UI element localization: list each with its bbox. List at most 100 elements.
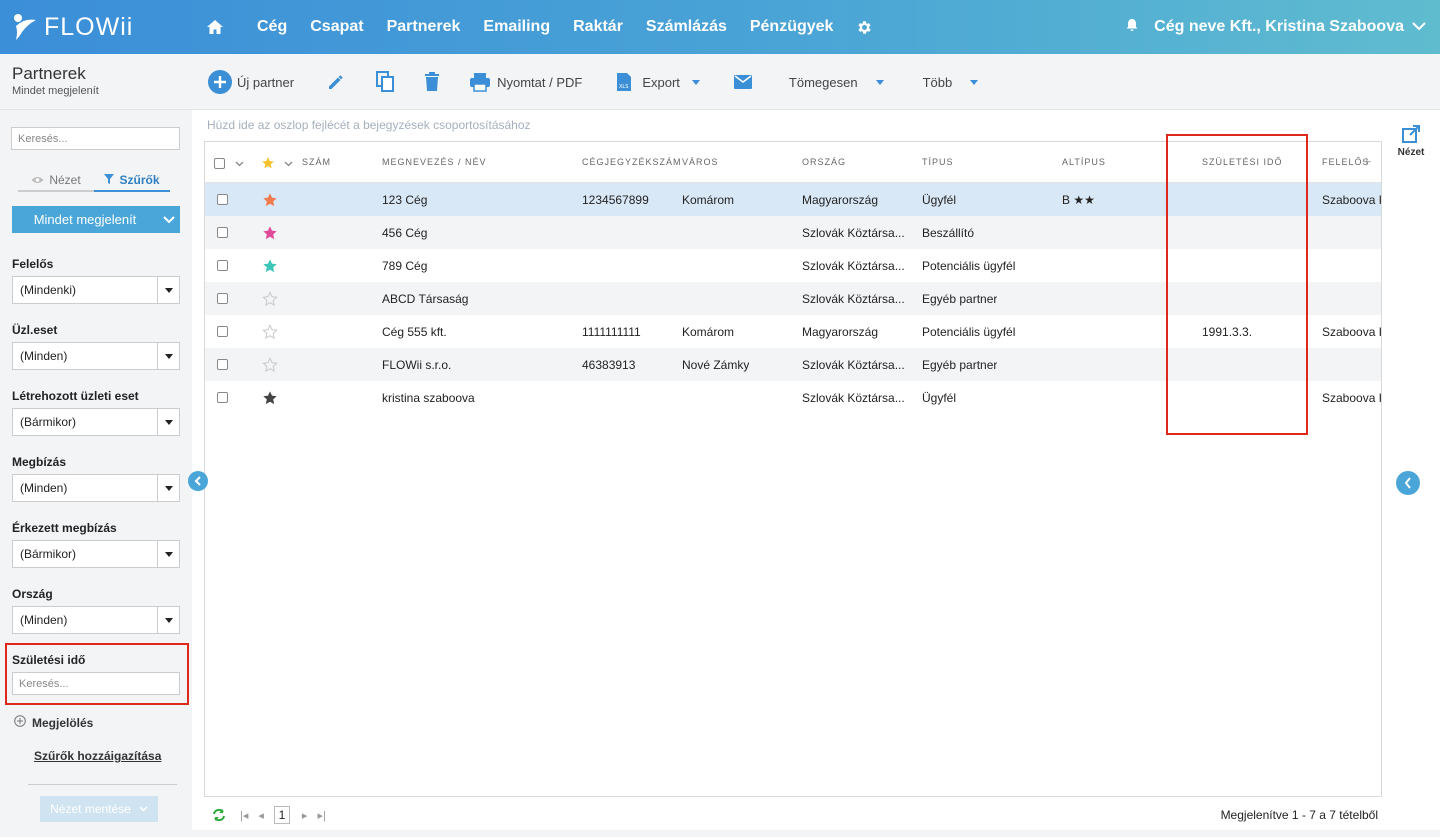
column-header-name[interactable]: MEGNEVEZÉS / NÉV	[382, 157, 487, 167]
filter-value: (Mindenki)	[20, 283, 77, 297]
nav-item-csapat[interactable]: Csapat	[310, 18, 363, 36]
export-button[interactable]: XLS Export	[616, 72, 700, 92]
caret-down-icon[interactable]	[157, 607, 179, 633]
group-by-dropzone[interactable]: Húzd ide az oszlop fejlécét a bejegyzése…	[207, 118, 531, 132]
column-header-country[interactable]: ORSZÁG	[802, 157, 846, 167]
bulk-button[interactable]: Tömegesen	[789, 75, 884, 90]
nav-item-partnerek[interactable]: Partnerek	[387, 18, 461, 36]
refresh-icon[interactable]	[212, 808, 226, 822]
cell-name: 456 Cég	[382, 226, 428, 240]
home-icon[interactable]	[206, 19, 224, 35]
filter-select-orszag[interactable]: (Minden)	[12, 606, 180, 634]
filter-select-uzleset[interactable]: (Minden)	[12, 342, 180, 370]
new-partner-button[interactable]: Új partner	[208, 70, 294, 94]
save-view-button[interactable]: Nézet mentése	[40, 796, 158, 822]
caret-down-icon[interactable]	[157, 409, 179, 435]
filter-icon	[104, 173, 115, 187]
trash-icon[interactable]	[424, 72, 440, 92]
next-page-icon[interactable]: ▸	[302, 809, 308, 822]
nav-item-raktar[interactable]: Raktár	[573, 18, 623, 36]
star-icon[interactable]	[262, 324, 278, 340]
column-header-city[interactable]: VÁROS	[682, 157, 719, 167]
open-view-button[interactable]: Nézet	[1396, 124, 1426, 158]
mail-icon[interactable]	[733, 75, 752, 89]
filter-value: (Minden)	[20, 613, 68, 627]
cell-type: Ügyfél	[922, 193, 957, 207]
filter-select-felelos[interactable]: (Mindenki)	[12, 276, 180, 304]
filter-select-letrehozott[interactable]: (Bármikor)	[12, 408, 180, 436]
filter-value: (Bármikor)	[20, 415, 76, 429]
nav-item-emailing[interactable]: Emailing	[483, 18, 550, 36]
expand-panel-button[interactable]	[1396, 471, 1420, 495]
chevron-down-icon	[139, 806, 148, 812]
last-page-icon[interactable]: ▸|	[317, 809, 325, 822]
nav-item-ceg[interactable]: Cég	[257, 18, 287, 36]
chevron-down-icon[interactable]	[235, 161, 244, 167]
first-page-icon[interactable]: |◂	[240, 809, 248, 822]
top-navbar: FLOWii Cég Csapat Partnerek Emailing Rak…	[0, 0, 1440, 54]
collapse-sidebar-button[interactable]	[188, 471, 208, 491]
caret-down-icon[interactable]	[157, 343, 179, 369]
filter-select-megbizas[interactable]: (Minden)	[12, 474, 180, 502]
prev-page-icon[interactable]: ◂	[258, 809, 264, 822]
cell-name: 123 Cég	[382, 193, 428, 207]
nav-item-penzugyek[interactable]: Pénzügyek	[750, 18, 834, 36]
pager: |◂ ◂ 1 ▸ ▸| Megjelenítve 1 - 7 a 7 tétel…	[204, 803, 1382, 827]
add-column-icon[interactable]: +	[1362, 154, 1371, 172]
row-checkbox[interactable]	[217, 392, 228, 403]
caret-down-icon	[691, 79, 700, 85]
select-all-checkbox[interactable]	[214, 158, 225, 169]
chevron-down-icon[interactable]	[158, 215, 180, 224]
eye-icon	[31, 173, 44, 187]
column-header-subtype[interactable]: ALTÍPUS	[1062, 157, 1106, 167]
nav-item-szamlazas[interactable]: Számlázás	[646, 18, 727, 36]
star-header-icon[interactable]	[261, 156, 275, 170]
caret-down-icon[interactable]	[157, 541, 179, 567]
chevron-left-icon	[194, 476, 201, 486]
edit-icon[interactable]	[326, 72, 346, 92]
caret-down-icon[interactable]	[157, 277, 179, 303]
pager-summary: Megjelenítve 1 - 7 a 7 tételből	[1220, 808, 1378, 822]
birth-date-search-input[interactable]	[12, 672, 180, 695]
row-checkbox[interactable]	[217, 260, 228, 271]
row-checkbox[interactable]	[217, 227, 228, 238]
row-checkbox[interactable]	[217, 359, 228, 370]
column-header-type[interactable]: TÍPUS	[922, 157, 954, 167]
user-menu[interactable]: Cég neve Kft., Kristina Szaboova	[1126, 0, 1426, 54]
logo-text: FLOWii	[44, 12, 134, 41]
chevron-down-icon[interactable]	[1412, 18, 1426, 36]
tab-filters[interactable]: Szűrők	[94, 170, 170, 192]
row-checkbox[interactable]	[217, 293, 228, 304]
column-header-reg-number[interactable]: CÉGJEGYZÉKSZÁM	[582, 157, 682, 167]
star-icon[interactable]	[262, 225, 278, 241]
assign-filters-link[interactable]: Szűrők hozzáigazítása	[34, 749, 161, 763]
chevron-down-icon[interactable]	[284, 161, 293, 167]
cell-country: Szlovák Köztársa...	[802, 292, 905, 306]
plus-circle-icon	[208, 70, 232, 94]
filter-value: (Minden)	[20, 349, 68, 363]
column-header-number[interactable]: SZÁM	[302, 157, 331, 167]
sidebar-search-input[interactable]	[11, 127, 180, 150]
star-icon[interactable]	[262, 291, 278, 307]
caret-down-icon[interactable]	[157, 475, 179, 501]
star-icon[interactable]	[262, 357, 278, 373]
print-pdf-button[interactable]: Nyomtat / PDF	[469, 72, 582, 92]
page-number[interactable]: 1	[273, 806, 290, 824]
logo[interactable]: FLOWii	[12, 10, 133, 44]
flowii-logo-icon	[12, 12, 38, 42]
row-checkbox[interactable]	[217, 194, 228, 205]
tab-view[interactable]: Nézet	[18, 170, 94, 192]
star-icon[interactable]	[262, 390, 278, 406]
filter-label-megbizas: Megbízás	[12, 455, 67, 469]
mark-link[interactable]: Megjelölés	[14, 715, 93, 730]
star-icon[interactable]	[262, 258, 278, 274]
show-all-button[interactable]: Mindet megjelenít	[12, 206, 180, 233]
more-button[interactable]: Több	[923, 75, 979, 90]
filter-select-erkezett[interactable]: (Bármikor)	[12, 540, 180, 568]
star-icon[interactable]	[262, 192, 278, 208]
copy-icon[interactable]	[375, 71, 395, 93]
bell-icon[interactable]	[1126, 18, 1138, 37]
row-checkbox[interactable]	[217, 326, 228, 337]
cell-country: Magyarország	[802, 325, 879, 339]
gear-icon[interactable]	[856, 19, 873, 36]
